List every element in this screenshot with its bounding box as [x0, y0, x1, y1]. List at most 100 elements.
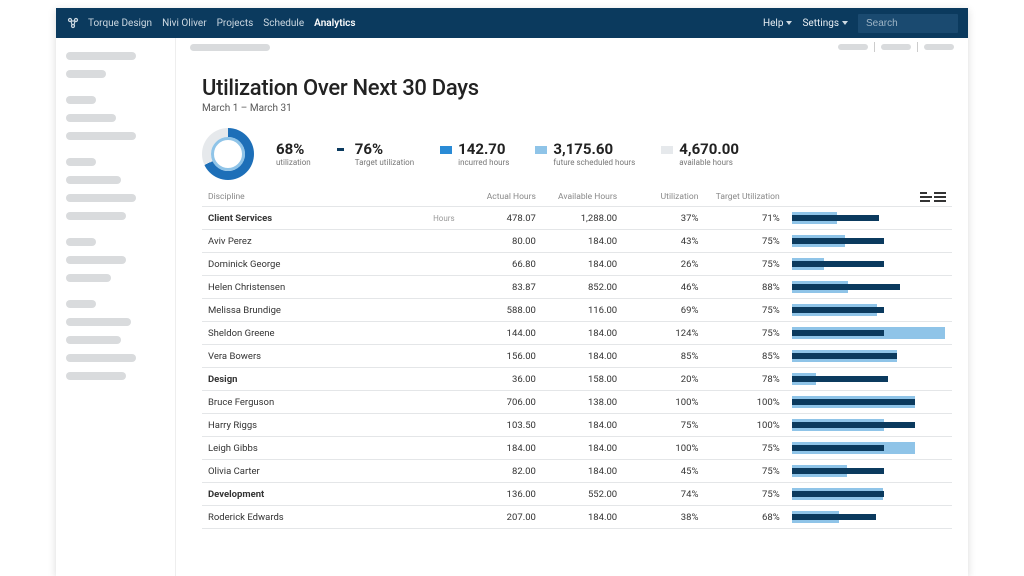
col-header[interactable]: Utilization	[623, 188, 704, 207]
cell-bars	[786, 207, 952, 230]
nav-item-analytics[interactable]: Analytics	[314, 18, 355, 29]
table-row[interactable]: Aviv Perez80.00184.0043%75%	[202, 230, 952, 253]
cell-bars	[786, 276, 952, 299]
cell-utilization: 43%	[623, 230, 704, 253]
search-input[interactable]	[858, 14, 958, 33]
table-row[interactable]: Harry Riggs103.50184.0075%100%	[202, 414, 952, 437]
app-logo-icon[interactable]	[66, 16, 80, 30]
cell-actual: 706.00	[461, 391, 542, 414]
swatch-icon	[661, 146, 673, 154]
cell-target: 88%	[704, 276, 785, 299]
cell-target: 71%	[704, 207, 785, 230]
cell-utilization: 74%	[623, 483, 704, 506]
table-row[interactable]: Roderick Edwards207.00184.0038%68%	[202, 506, 952, 529]
cell-utilization: 37%	[623, 207, 704, 230]
cell-unit	[411, 437, 460, 460]
col-header[interactable]: Discipline	[202, 188, 411, 207]
cell-target: 100%	[704, 414, 785, 437]
cell-target: 75%	[704, 322, 785, 345]
table-row[interactable]: Sheldon Greene144.00184.00124%75%	[202, 322, 952, 345]
nav-item-torque-design[interactable]: Torque Design	[88, 18, 152, 29]
cell-name: Leigh Gibbs	[202, 437, 411, 460]
view-bars-icon[interactable]	[920, 192, 932, 202]
view-list-icon[interactable]	[934, 192, 946, 202]
cell-actual: 36.00	[461, 368, 542, 391]
cell-utilization: 69%	[623, 299, 704, 322]
cell-available: 184.00	[542, 460, 623, 483]
cell-name: Design	[202, 368, 411, 391]
kpi-value: 76%	[355, 142, 414, 157]
cell-unit	[411, 253, 460, 276]
table-row[interactable]: Leigh Gibbs184.00184.00100%75%	[202, 437, 952, 460]
cell-name: Dominick George	[202, 253, 411, 276]
cell-utilization: 75%	[623, 414, 704, 437]
cell-actual: 136.00	[461, 483, 542, 506]
cell-available: 184.00	[542, 414, 623, 437]
cell-target: 75%	[704, 299, 785, 322]
cell-available: 1,288.00	[542, 207, 623, 230]
table-row[interactable]: Design36.00158.0020%78%	[202, 368, 952, 391]
cell-name: Bruce Ferguson	[202, 391, 411, 414]
cell-actual: 588.00	[461, 299, 542, 322]
cell-target: 85%	[704, 345, 785, 368]
cell-target: 75%	[704, 230, 785, 253]
cell-unit	[411, 414, 460, 437]
col-header[interactable]: Available Hours	[542, 188, 623, 207]
swatch-icon	[535, 146, 547, 154]
table-row[interactable]: Development136.00552.0074%75%	[202, 483, 952, 506]
cell-utilization: 100%	[623, 391, 704, 414]
cell-unit	[411, 299, 460, 322]
cell-name: Melissa Brundige	[202, 299, 411, 322]
settings-label: Settings	[802, 18, 839, 29]
settings-menu[interactable]: Settings	[802, 18, 848, 29]
kpi-label: incurred hours	[458, 158, 509, 167]
nav-item-schedule[interactable]: Schedule	[263, 18, 304, 29]
date-range: March 1 – March 31	[202, 103, 952, 114]
col-header[interactable]	[411, 188, 460, 207]
cell-utilization: 124%	[623, 322, 704, 345]
cell-target: 75%	[704, 483, 785, 506]
cell-target: 75%	[704, 437, 785, 460]
col-header[interactable]: Actual Hours	[461, 188, 542, 207]
cell-utilization: 85%	[623, 345, 704, 368]
cell-available: 184.00	[542, 253, 623, 276]
table-row[interactable]: Olivia Carter82.00184.0045%75%	[202, 460, 952, 483]
cell-actual: 184.00	[461, 437, 542, 460]
cell-unit	[411, 322, 460, 345]
utilization-donut	[202, 128, 254, 180]
cell-actual: 83.87	[461, 276, 542, 299]
col-header[interactable]	[786, 188, 952, 207]
cell-target: 75%	[704, 253, 785, 276]
cell-name: Sheldon Greene	[202, 322, 411, 345]
table-row[interactable]: Bruce Ferguson706.00138.00100%100%	[202, 391, 952, 414]
cell-available: 184.00	[542, 437, 623, 460]
table-row[interactable]: Helen Christensen83.87852.0046%88%	[202, 276, 952, 299]
kpi-Target-utilization: 76%Target utilization	[337, 142, 414, 167]
kpi-label: available hours	[679, 158, 739, 167]
help-label: Help	[763, 18, 783, 29]
kpi-incurred-hours: 142.70incurred hours	[440, 142, 509, 167]
cell-available: 138.00	[542, 391, 623, 414]
help-menu[interactable]: Help	[763, 18, 792, 29]
cell-available: 184.00	[542, 345, 623, 368]
utilization-table: Discipline Actual HoursAvailable HoursUti…	[202, 188, 952, 529]
cell-target: 100%	[704, 391, 785, 414]
table-row[interactable]: Client ServicesHours478.071,288.0037%71%	[202, 207, 952, 230]
chevron-down-icon	[786, 21, 792, 25]
cell-unit	[411, 506, 460, 529]
cell-bars	[786, 368, 952, 391]
table-row[interactable]: Dominick George66.80184.0026%75%	[202, 253, 952, 276]
col-header[interactable]: Target Utilization	[704, 188, 785, 207]
kpi-label: future scheduled hours	[553, 158, 635, 167]
kpi-value: 3,175.60	[553, 142, 635, 157]
kpi-value: 68%	[276, 142, 311, 157]
cell-bars	[786, 299, 952, 322]
table-row[interactable]: Vera Bowers156.00184.0085%85%	[202, 345, 952, 368]
cell-actual: 144.00	[461, 322, 542, 345]
nav-item-projects[interactable]: Projects	[217, 18, 254, 29]
cell-name: Development	[202, 483, 411, 506]
table-row[interactable]: Melissa Brundige588.00116.0069%75%	[202, 299, 952, 322]
primary-nav: Torque Design Nivi Oliver Projects Schedule…	[88, 18, 356, 29]
top-bar: Torque Design Nivi Oliver Projects Schedule…	[56, 8, 968, 38]
nav-item-nivi-oliver[interactable]: Nivi Oliver	[162, 18, 207, 29]
